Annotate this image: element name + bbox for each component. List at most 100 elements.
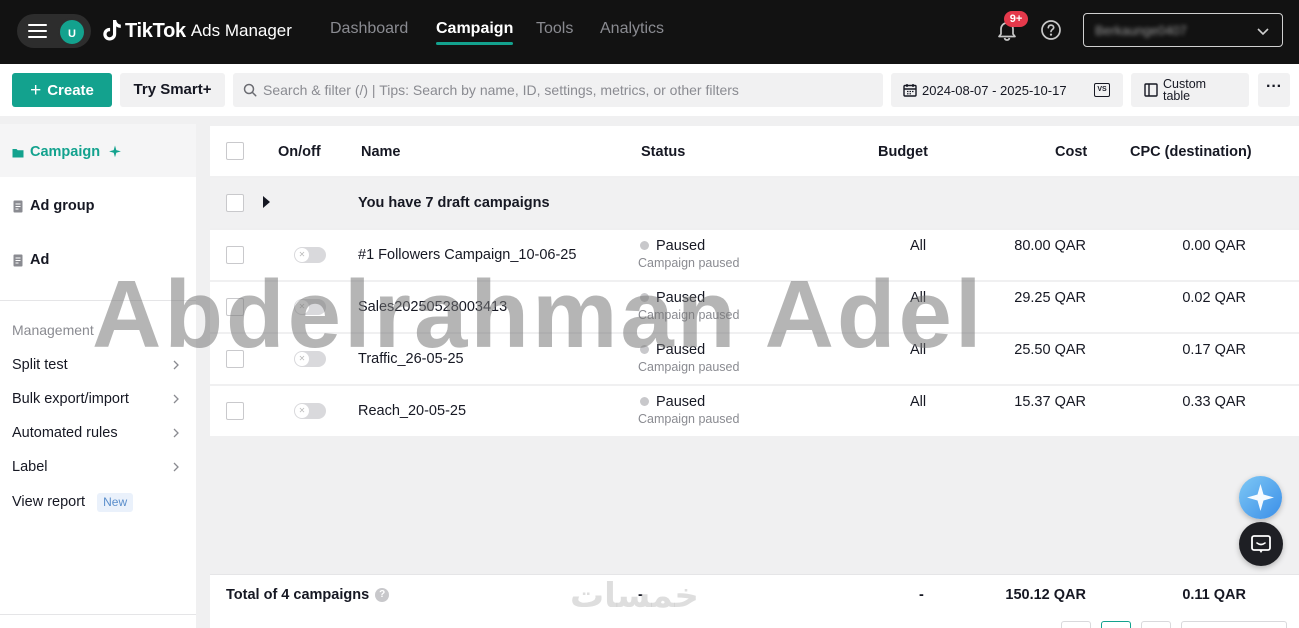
chevron-right-icon [173, 394, 179, 404]
sidebar-link-label: View report [12, 494, 86, 510]
campaign-toggle[interactable]: ✕ [294, 403, 326, 419]
draft-campaigns-row[interactable]: You have 7 draft campaigns [210, 178, 1299, 228]
total-campaigns-label: Total of 4 campaigns [226, 587, 370, 603]
pagination-next-button[interactable] [1141, 621, 1171, 628]
campaign-cpc: 0.17 QAR [1182, 342, 1246, 358]
campaign-name[interactable]: Sales20250528003413 [358, 299, 507, 315]
document-icon [13, 254, 23, 266]
total-cost: 150.12 QAR [1005, 587, 1086, 603]
date-range-picker[interactable]: 2024-08-07 - 2025-10-17 VS [891, 73, 1123, 107]
campaign-sidebar: Campaign Ad group Ad Management Split te… [0, 124, 196, 628]
campaign-status-detail: Campaign paused [638, 360, 740, 374]
search-filter-bar[interactable] [233, 73, 883, 107]
table-row[interactable]: ✕ Reach_20-05-25 Paused Campaign paused … [210, 386, 1299, 436]
ai-sparkle-icon [1247, 484, 1274, 511]
product-name: Ads Manager [190, 21, 292, 40]
campaign-status-detail: Campaign paused [638, 412, 740, 426]
folder-icon [12, 148, 24, 157]
compare-vs-icon[interactable]: VS [1094, 83, 1110, 97]
pagination-current-page[interactable] [1101, 621, 1131, 628]
chat-bubble-icon [1251, 535, 1271, 553]
sidebar-link-label: Bulk export/import [12, 391, 129, 407]
new-badge: New [97, 493, 134, 512]
row-checkbox[interactable] [226, 298, 244, 316]
campaign-cost: 25.50 QAR [1014, 342, 1086, 358]
campaign-budget: All [910, 238, 927, 254]
campaign-cpc: 0.02 QAR [1182, 290, 1246, 306]
column-header-cost[interactable]: Cost [1055, 144, 1087, 160]
campaign-status: Paused [656, 342, 706, 358]
campaign-budget: All [910, 290, 927, 306]
sidebar-link-label[interactable]: Label [12, 459, 184, 475]
sidebar-link-label-text: Label [12, 459, 48, 475]
chat-support-button[interactable] [1239, 522, 1283, 566]
campaign-status: Paused [656, 238, 706, 254]
campaign-name[interactable]: Reach_20-05-25 [358, 403, 466, 419]
column-header-cpc[interactable]: CPC (destination) [1130, 144, 1252, 160]
ai-assistant-button[interactable] [1239, 476, 1282, 519]
chevron-right-icon [173, 360, 179, 370]
campaign-name[interactable]: Traffic_26-05-25 [358, 351, 464, 367]
sidebar-link-bulk-export-import[interactable]: Bulk export/import [12, 391, 184, 407]
expand-caret-icon[interactable] [263, 196, 270, 208]
status-dot [640, 397, 649, 406]
row-checkbox[interactable] [226, 350, 244, 368]
pagination-bar [210, 614, 1299, 628]
row-checkbox[interactable] [226, 402, 244, 420]
campaign-toggle[interactable]: ✕ [294, 351, 326, 367]
campaign-cost: 29.25 QAR [1014, 290, 1086, 306]
table-row[interactable]: ✕ Sales20250528003413 Paused Campaign pa… [210, 282, 1299, 332]
select-all-checkbox[interactable] [226, 142, 244, 160]
sidebar-bottom-divider [0, 614, 196, 615]
table-row[interactable]: ✕ Traffic_26-05-25 Paused Campaign pause… [210, 334, 1299, 384]
table-header-row: On/off Name Status Budget Cost CPC (dest… [210, 126, 1299, 176]
nav-analytics[interactable]: Analytics [600, 20, 664, 38]
nav-campaign[interactable]: Campaign [436, 20, 513, 38]
sidebar-link-split-test[interactable]: Split test [12, 357, 184, 373]
create-button-label: Create [47, 81, 94, 99]
total-status: - [638, 587, 643, 603]
custom-table-label: Custom table [1163, 77, 1207, 103]
campaign-name[interactable]: #1 Followers Campaign_10-06-25 [358, 247, 576, 263]
campaign-status-detail: Campaign paused [638, 308, 740, 322]
table-row[interactable]: ✕ #1 Followers Campaign_10-06-25 Paused … [210, 230, 1299, 280]
sidebar-item-ad-group[interactable]: Ad group [12, 198, 94, 214]
page-size-select[interactable] [1181, 621, 1287, 628]
account-selector[interactable]: Berkaunge0407 [1083, 13, 1283, 47]
draft-row-checkbox[interactable] [226, 194, 244, 212]
campaign-status: Paused [656, 394, 706, 410]
column-header-name[interactable]: Name [361, 144, 401, 160]
custom-table-button[interactable]: Custom table [1131, 73, 1249, 107]
campaign-toggle[interactable]: ✕ [294, 247, 326, 263]
pagination-prev-button[interactable] [1061, 621, 1091, 628]
sidebar-item-campaign[interactable]: Campaign [12, 144, 122, 160]
nav-dashboard[interactable]: Dashboard [330, 20, 408, 38]
try-smart-plus-button[interactable]: Try Smart+ [120, 73, 225, 107]
column-header-budget[interactable]: Budget [878, 144, 928, 160]
hamburger-menu-icon[interactable] [28, 23, 47, 39]
create-button[interactable]: + Create [12, 73, 112, 107]
search-input[interactable] [263, 73, 863, 107]
sidebar-link-automated-rules[interactable]: Automated rules [12, 425, 184, 441]
sidebar-link-view-report[interactable]: View report New [12, 493, 184, 512]
more-options-button[interactable]: ··· [1258, 73, 1290, 107]
nav-tools[interactable]: Tools [536, 20, 573, 38]
tiktok-ads-manager-logo[interactable]: TikTok Ads Manager [103, 16, 292, 46]
row-checkbox[interactable] [226, 246, 244, 264]
sidebar-item-ad[interactable]: Ad [12, 252, 49, 268]
table-total-row: Total of 4 campaigns ? - - 150.12 QAR 0.… [210, 574, 1299, 614]
campaign-toggle[interactable]: ✕ [294, 299, 326, 315]
campaign-cost: 15.37 QAR [1014, 394, 1086, 410]
draft-campaigns-text: You have 7 draft campaigns [358, 195, 550, 211]
help-icon[interactable] [1040, 19, 1062, 41]
status-dot [640, 293, 649, 302]
column-header-onoff[interactable]: On/off [278, 144, 321, 160]
total-cpc: 0.11 QAR [1182, 587, 1246, 603]
search-icon [243, 83, 257, 97]
campaign-budget: All [910, 394, 927, 410]
column-header-status[interactable]: Status [641, 144, 685, 160]
columns-icon [1144, 83, 1158, 97]
total-budget: - [919, 587, 924, 603]
info-question-icon[interactable]: ? [375, 588, 390, 602]
user-avatar[interactable]: U [58, 18, 86, 46]
